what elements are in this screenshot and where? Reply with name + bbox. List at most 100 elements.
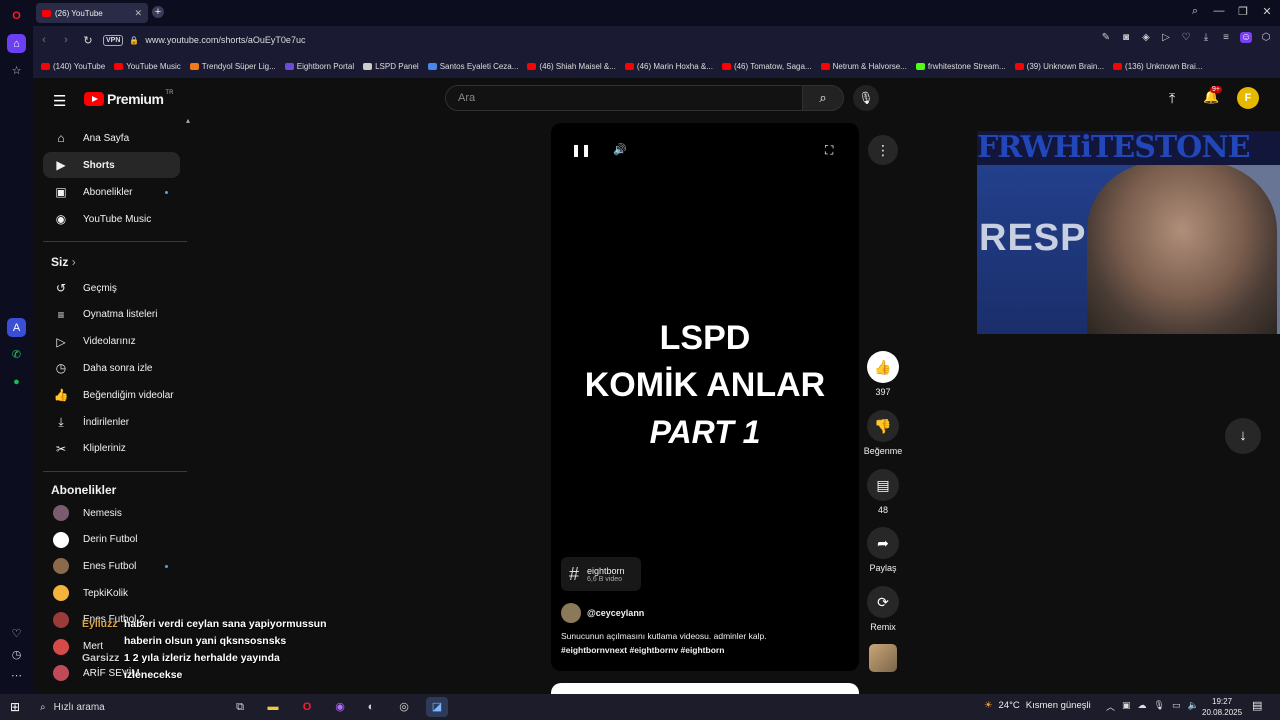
comment-icon[interactable]: ▤ — [867, 469, 899, 501]
obs-icon[interactable]: ◎ — [393, 697, 415, 717]
subscription-item[interactable]: Nemesis — [43, 500, 180, 526]
subscription-item[interactable]: TepkiKolik — [43, 580, 180, 606]
bookmark-item[interactable]: (46) Marin Hoxha &... — [624, 62, 713, 71]
sidebar-item-i-ndirilenler[interactable]: ⤓ İndirilenler — [43, 409, 180, 435]
weather-widget[interactable]: ☀ 24°C Kısmen güneşli — [984, 700, 1091, 711]
more-sidebar-icon[interactable]: ⋯ — [7, 666, 26, 685]
tray-app-icon[interactable]: ▣ — [1122, 700, 1131, 713]
you-section-header[interactable]: Siz › — [51, 255, 76, 269]
tray-chevron-icon[interactable]: ︿ — [1106, 700, 1115, 713]
sidebar-item-daha-sonra-izle[interactable]: ◷ Daha sonra izle — [43, 355, 180, 381]
pinboard-icon[interactable]: ☆ — [7, 61, 26, 80]
cloud-icon[interactable]: ☁ — [1138, 700, 1147, 713]
forward-button[interactable]: › — [55, 34, 77, 46]
bookmark-item[interactable]: (46) Tomatow, Saga... — [721, 62, 812, 71]
bookmark-item[interactable]: (140) YouTube — [41, 62, 105, 71]
file-explorer-icon[interactable]: ▬ — [262, 697, 284, 717]
download-icon[interactable]: ⤓ — [1200, 32, 1212, 43]
history-sidebar-icon[interactable]: ◷ — [7, 645, 26, 664]
sidebar-item-videolar-n-z[interactable]: ▷ Videolarınız — [43, 329, 180, 355]
like-action[interactable]: 👍 397 — [863, 351, 903, 397]
remix-action[interactable]: ⟳ Remix — [863, 586, 903, 632]
maximize-button[interactable]: ❐ — [1235, 5, 1251, 18]
new-tab-button[interactable]: + — [152, 6, 164, 18]
bookmark-item[interactable]: Santos Eyaleti Ceza... — [427, 62, 518, 71]
dislike-icon[interactable]: 👎 — [867, 410, 899, 442]
dislike-action[interactable]: 👎 Beğenme — [863, 410, 903, 456]
sidebar-item-shorts[interactable]: ▶ Shorts — [43, 152, 180, 178]
bookmark-item[interactable]: frwhitestone Stream... — [915, 62, 1006, 71]
hamburger-menu-icon[interactable]: ☰ — [53, 92, 66, 110]
home-sidebar-icon[interactable]: ⌂ — [7, 34, 26, 53]
subscription-item[interactable]: Enes Futbol — [43, 553, 180, 579]
task-view-icon[interactable]: ⧉ — [229, 697, 251, 717]
fullscreen-icon[interactable]: ⛶ — [825, 143, 833, 158]
volume-icon[interactable]: 🔊 — [613, 143, 627, 156]
network-icon[interactable]: ▭ — [1172, 700, 1181, 713]
shorts-player[interactable]: ❚❚ 🔊 ⛶ LSPD KOMİK ANLAR PART 1 # eightbo… — [551, 123, 859, 671]
minimize-button[interactable]: — — [1211, 5, 1227, 17]
subscription-item[interactable]: Derin Futbol — [43, 527, 180, 553]
account-avatar[interactable]: F — [1237, 87, 1259, 109]
spotify-icon[interactable]: ● — [7, 372, 26, 391]
like-icon[interactable]: 👍 — [867, 351, 899, 383]
player-icon[interactable]: ▷ — [1160, 32, 1172, 43]
reload-button[interactable]: ↻ — [77, 34, 99, 47]
taskbar-clock[interactable]: 19:27 20.08.2025 — [1202, 696, 1242, 718]
back-button[interactable]: ‹ — [33, 34, 55, 46]
share-icon[interactable]: ➦ — [867, 527, 899, 559]
active-app-icon[interactable]: ◪ — [426, 697, 448, 717]
profile-icon[interactable]: ☺ — [1240, 32, 1252, 43]
sidebar-item-youtube-music[interactable]: ◉ YouTube Music — [43, 206, 180, 232]
search-input[interactable]: Ara — [445, 85, 803, 111]
hashtag-chip[interactable]: # eightborn 6,6 B video — [561, 557, 641, 591]
tab-youtube[interactable]: (26) YouTube ✕ — [36, 3, 148, 23]
share-action[interactable]: ➦ Paylaş — [863, 527, 903, 573]
pause-icon[interactable]: ❚❚ — [571, 143, 591, 157]
notifications-bell-icon[interactable]: 🔔 9+ — [1203, 86, 1222, 105]
vpn-badge[interactable]: VPN — [103, 34, 124, 46]
remix-icon[interactable]: ⟳ — [867, 586, 899, 618]
description-tags[interactable]: #eightbornvnext #eightbornv #eightborn — [561, 643, 851, 657]
channel-link[interactable]: @ceyceylann — [561, 603, 644, 623]
bookmark-item[interactable]: LSPD Panel — [363, 62, 419, 71]
voice-search-icon[interactable]: 🎙 — [853, 85, 879, 111]
bookmark-item[interactable]: (39) Unknown Brain... — [1014, 62, 1104, 71]
aria-icon[interactable]: A — [7, 318, 26, 337]
close-tab-icon[interactable]: ✕ — [134, 8, 142, 19]
sidebar-item-oynatma-listeleri[interactable]: ≡ Oynatma listeleri — [43, 302, 180, 328]
comments-action[interactable]: ▤ 48 — [863, 469, 903, 515]
windows-start-icon[interactable]: ⊞ — [10, 700, 20, 714]
bookmark-item[interactable]: (46) Shiah Maisel &... — [527, 62, 616, 71]
sidebar-item-ge-mi-[interactable]: ↺ Geçmiş — [43, 275, 180, 301]
bookmark-item[interactable]: Eightborn Portal — [284, 62, 354, 71]
heart-icon[interactable]: ♡ — [1180, 32, 1192, 43]
bookmark-item[interactable]: Trendyol Süper Lig... — [189, 62, 276, 71]
sidebar-item-abonelikler[interactable]: ▣ Abonelikler — [43, 179, 180, 205]
sidebar-item-ana-sayfa[interactable]: ⌂ Ana Sayfa — [43, 125, 180, 151]
edit-icon[interactable]: ✎ — [1100, 32, 1112, 43]
favorites-icon[interactable]: ♡ — [7, 624, 26, 643]
sound-thumbnail[interactable] — [869, 644, 897, 672]
notification-center-icon[interactable]: ▤ — [1252, 699, 1262, 712]
shield-icon[interactable]: ◈ — [1140, 32, 1152, 43]
opera-logo-icon[interactable]: O — [7, 6, 26, 25]
speaker-icon[interactable]: 🔈 — [1187, 700, 1198, 713]
close-window-button[interactable]: ✕ — [1259, 5, 1275, 18]
bookmark-item[interactable]: Netrum & Halvorse... — [820, 62, 907, 71]
next-video-arrow-icon[interactable]: ↓ — [1225, 418, 1261, 454]
app-taskbar-icon[interactable]: ◉ — [329, 697, 351, 717]
lock-icon[interactable]: 🔒 — [129, 36, 139, 45]
scroll-up-icon[interactable]: ▴ — [186, 116, 190, 125]
sidebar-item-klipleriniz[interactable]: ✂ Klipleriniz — [43, 436, 180, 462]
steam-icon[interactable]: ◐ — [360, 697, 382, 717]
bookmark-item[interactable]: (136) Unknown Brai... — [1113, 62, 1202, 71]
opera-taskbar-icon[interactable]: O — [296, 697, 318, 717]
cube-icon[interactable]: ⬡ — [1260, 32, 1272, 43]
search-tabs-icon[interactable]: ⌕ — [1187, 5, 1203, 18]
mic-tray-icon[interactable]: 🎙 — [1154, 700, 1165, 713]
upload-icon[interactable]: ⤒ — [1169, 90, 1175, 107]
whatsapp-icon[interactable]: ✆ — [7, 345, 26, 364]
bookmark-item[interactable]: YouTube Music — [114, 62, 181, 71]
youtube-premium-logo[interactable]: Premium TR — [84, 90, 173, 107]
